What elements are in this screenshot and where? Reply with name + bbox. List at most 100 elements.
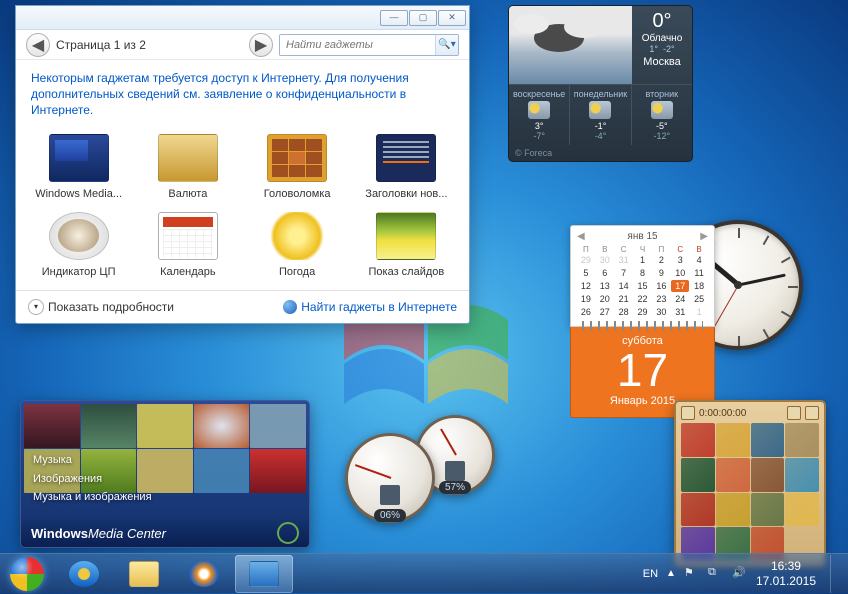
calendar-day[interactable]: 30 [596, 254, 614, 266]
cal-next-button[interactable]: ▶ [700, 231, 708, 242]
calendar-day[interactable]: 9 [652, 267, 670, 279]
nav-back-button[interactable]: ◀ [26, 33, 50, 57]
puzzle-tile[interactable] [785, 423, 819, 457]
puzzle-hint-button[interactable] [805, 406, 819, 420]
calendar-day[interactable]: 13 [596, 280, 614, 292]
calendar-day[interactable]: 23 [652, 293, 670, 305]
calendar-day[interactable]: 10 [671, 267, 689, 279]
news-icon [376, 134, 436, 182]
media-center-gadget[interactable]: Музыка Изображения Музыка и изображения … [20, 400, 310, 548]
weather-gadget[interactable]: 0° Облачно 1° -2° Москва воскресенье3°-7… [508, 5, 693, 162]
language-indicator[interactable]: EN [643, 568, 658, 580]
calendar-day[interactable]: 25 [690, 293, 708, 305]
calendar-day[interactable]: 18 [690, 280, 708, 292]
calendar-day[interactable]: 29 [634, 306, 652, 318]
calendar-day[interactable]: 19 [577, 293, 595, 305]
calendar-day[interactable]: 8 [634, 267, 652, 279]
gadget-puzzle[interactable]: Головоломка [245, 130, 350, 204]
calendar-day[interactable]: 24 [671, 293, 689, 305]
puzzle-tile[interactable] [751, 493, 785, 527]
search-input[interactable] [280, 39, 435, 51]
calendar-day[interactable]: 21 [615, 293, 633, 305]
puzzle-pause-button[interactable] [681, 406, 695, 420]
calendar-day[interactable]: 4 [690, 254, 708, 266]
clock-tray[interactable]: 16:3917.01.2015 [756, 559, 816, 588]
calendar-day[interactable]: 20 [596, 293, 614, 305]
calendar-day[interactable]: 1 [690, 306, 708, 318]
taskbar-gadgets-button[interactable] [235, 555, 293, 593]
city: Москва [634, 56, 690, 68]
currency-icon [158, 134, 218, 182]
action-center-icon[interactable]: ⚑ [684, 566, 700, 582]
puzzle-tile[interactable] [681, 423, 715, 457]
find-gadgets-online-link[interactable]: Найти гаджеты в Интернете [283, 300, 457, 314]
calendar-day[interactable]: 31 [671, 306, 689, 318]
calendar-day[interactable]: 12 [577, 280, 595, 292]
network-icon[interactable]: ⧉ [708, 566, 724, 582]
show-details-toggle[interactable]: ▾Показать подробности [28, 299, 174, 315]
gadget-weather[interactable]: Погода [245, 208, 350, 282]
calendar-day[interactable]: 2 [652, 254, 670, 266]
show-desktop-button[interactable] [830, 555, 840, 593]
calendar-day[interactable]: 27 [596, 306, 614, 318]
search-field: 🔍▾ [279, 34, 459, 56]
cal-prev-button[interactable]: ◀ [577, 231, 585, 242]
calendar-day[interactable]: 16 [652, 280, 670, 292]
volume-icon[interactable]: 🔊 [732, 566, 748, 582]
gadget-currency[interactable]: Валюта [135, 130, 240, 204]
gadget-slideshow[interactable]: Показ слайдов [354, 208, 459, 282]
calendar-day[interactable]: 15 [634, 280, 652, 292]
media-menu-item[interactable]: Музыка и изображения [33, 488, 152, 507]
puzzle-tile[interactable] [716, 423, 750, 457]
puzzle-tile[interactable] [716, 493, 750, 527]
calendar-day[interactable]: 17 [671, 280, 689, 292]
minimize-button[interactable]: — [380, 10, 408, 26]
show-hidden-icons-button[interactable]: ▲ [666, 568, 676, 579]
media-center-logo-icon [277, 522, 299, 544]
puzzle-tile[interactable] [785, 493, 819, 527]
calendar-day[interactable]: 26 [577, 306, 595, 318]
calendar-day[interactable]: 5 [577, 267, 595, 279]
calendar-day[interactable]: 11 [690, 267, 708, 279]
gadget-windows-media[interactable]: Windows Media... [26, 130, 131, 204]
puzzle-tile[interactable] [681, 493, 715, 527]
binder-rings-icon [582, 321, 703, 331]
gadgets-window-icon [249, 561, 279, 587]
media-center-brand: Windows Media Center [21, 519, 309, 547]
taskbar-ie-button[interactable] [55, 555, 113, 593]
calendar-day[interactable]: 22 [634, 293, 652, 305]
puzzle-tile[interactable] [751, 458, 785, 492]
puzzle-tile[interactable] [751, 423, 785, 457]
calendar-gadget[interactable]: ◀янв 15▶ ПВСЧПСВ 29303112345678910111213… [570, 225, 715, 418]
puzzle-reset-button[interactable] [787, 406, 801, 420]
puzzle-tile[interactable] [716, 458, 750, 492]
gadget-calendar[interactable]: Календарь [135, 208, 240, 282]
calendar-day[interactable]: 6 [596, 267, 614, 279]
calendar-day[interactable]: 29 [577, 254, 595, 266]
maximize-button[interactable]: ▢ [409, 10, 437, 26]
internet-explorer-icon [69, 561, 99, 587]
search-button[interactable]: 🔍▾ [435, 35, 458, 55]
calendar-day[interactable]: 3 [671, 254, 689, 266]
media-menu-item[interactable]: Музыка [33, 451, 152, 470]
calendar-day[interactable]: 14 [615, 280, 633, 292]
puzzle-gadget[interactable]: 0:00:00:00 [674, 400, 826, 568]
cpu-meter-gadget[interactable]: 57% 06% [345, 415, 515, 530]
calendar-day[interactable]: 7 [615, 267, 633, 279]
puzzle-tile[interactable] [681, 458, 715, 492]
taskbar-explorer-button[interactable] [115, 555, 173, 593]
puzzle-header: 0:00:00:00 [681, 406, 819, 420]
calendar-day[interactable]: 28 [615, 306, 633, 318]
nav-forward-button[interactable]: ▶ [249, 33, 273, 57]
puzzle-tile[interactable] [785, 458, 819, 492]
media-menu-item[interactable]: Изображения [33, 470, 152, 489]
taskbar-wmp-button[interactable] [175, 555, 233, 593]
calendar-day[interactable]: 1 [634, 254, 652, 266]
calendar-day[interactable]: 31 [615, 254, 633, 266]
gadget-news[interactable]: Заголовки нов... [354, 130, 459, 204]
start-button[interactable] [0, 554, 54, 594]
close-button[interactable]: ✕ [438, 10, 466, 26]
gadget-cpu[interactable]: Индикатор ЦП [26, 208, 131, 282]
calendar-day[interactable]: 30 [652, 306, 670, 318]
puzzle-board[interactable] [681, 423, 819, 561]
